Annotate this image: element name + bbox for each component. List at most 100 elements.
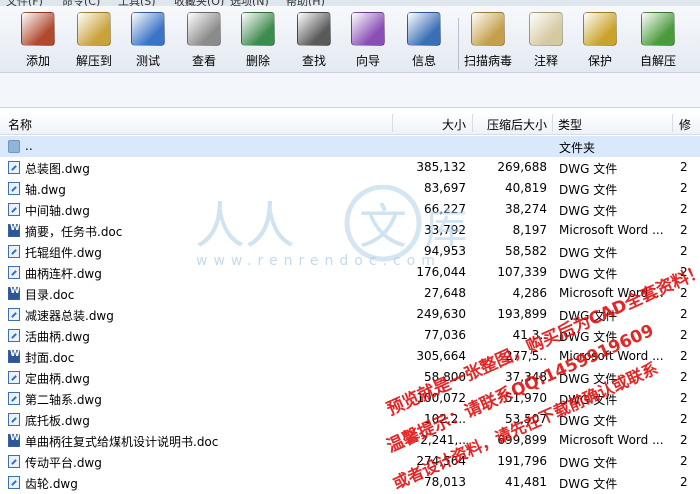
toolbar-button-delete[interactable]: 删除 [230, 12, 286, 70]
file-modified: 2 [680, 244, 688, 258]
wizard-icon [351, 12, 385, 46]
file-type: DWG 文件 [559, 477, 618, 491]
toolbar-button-label: 添加 [25, 54, 50, 68]
file-size: 66,227 [424, 202, 466, 216]
toolbar-button-add-archive[interactable]: 添加 [10, 12, 66, 70]
dwg-file-icon [8, 371, 20, 384]
file-type: DWG 文件 [559, 162, 618, 176]
file-name: 定曲柄.dwg [25, 372, 90, 386]
file-name: 曲柄连杆.dwg [25, 267, 102, 281]
file-name: 第二轴系.dwg [25, 393, 102, 407]
file-size: 305,664 [416, 349, 466, 363]
comment-icon [529, 12, 563, 46]
toolbar-button-view[interactable]: 查看 [176, 12, 232, 70]
file-type: DWG 文件 [559, 183, 618, 197]
toolbar-button-sfx[interactable]: 自解压 [630, 12, 686, 70]
delete-icon [241, 12, 275, 46]
word-document-icon [8, 349, 20, 363]
file-name: .. [25, 139, 33, 153]
file-row[interactable]: 单曲柄往复式给煤机设计说明书.doc2,241,..699,899Microso… [0, 430, 700, 451]
file-modified: 2 [680, 328, 688, 342]
add-archive-icon [21, 12, 55, 46]
watermark-site: www.renrendoc.com [196, 253, 441, 269]
column-header-name[interactable]: 名称 [8, 116, 32, 133]
toolbar-button-info[interactable]: 信息 [396, 12, 452, 70]
dwg-file-icon [8, 161, 20, 174]
file-modified: 2 [680, 433, 688, 447]
file-name: 中间轴.dwg [25, 204, 90, 218]
extract-to-icon [77, 12, 111, 46]
dwg-file-icon [8, 308, 20, 321]
file-packed-size: 191,796 [497, 454, 547, 468]
column-header-type[interactable]: 类型 [558, 116, 582, 133]
file-name: 传动平台.dwg [25, 456, 102, 470]
toolbar-button-label: 保护 [587, 54, 612, 68]
column-divider[interactable] [472, 114, 473, 132]
file-size: 249,630 [416, 307, 466, 321]
file-row[interactable]: 底托板.dwg 102,2.. 53,507 DWG 文件 2 [0, 409, 700, 430]
file-row[interactable]: 总装图.dwg 385,132 269,688 DWG 文件 2 [0, 157, 700, 178]
dwg-file-icon [8, 245, 20, 258]
file-packed-size: 4,286 [512, 286, 547, 300]
file-name: 封面.doc [25, 351, 75, 365]
dwg-file-icon [8, 329, 20, 342]
column-divider[interactable] [672, 114, 673, 132]
file-packed-size: 58,582 [505, 244, 547, 258]
view-icon [187, 12, 221, 46]
address-bar[interactable] [0, 73, 700, 108]
file-modified: 2 [680, 454, 688, 468]
find-icon [297, 12, 331, 46]
file-name: 底托板.dwg [25, 414, 90, 428]
dwg-file-icon [8, 392, 20, 405]
file-size: 33,792 [424, 223, 466, 237]
file-name: 总装图.dwg [25, 162, 90, 176]
file-modified: 2 [680, 307, 688, 321]
file-packed-size: 41,481 [505, 475, 547, 489]
file-row[interactable]: .. 文件夹 [0, 136, 700, 157]
file-packed-size: 40,819 [505, 181, 547, 195]
dwg-file-icon [8, 266, 20, 279]
toolbar-button-find[interactable]: 查找 [286, 12, 342, 70]
toolbar-button-label: 删除 [245, 54, 270, 68]
dwg-file-icon [8, 203, 20, 216]
word-document-icon [8, 433, 20, 447]
toolbar-button-test[interactable]: 测试 [120, 12, 176, 70]
file-modified: 2 [680, 160, 688, 174]
file-modified: 2 [680, 202, 688, 216]
column-header-modified[interactable]: 修 [679, 116, 691, 133]
file-row[interactable]: 摘要，任务书.doc 33,792 8,197 Microsoft Word ... 2 [0, 220, 700, 241]
column-divider[interactable] [392, 114, 393, 132]
toolbar-button-label: 自解压 [639, 54, 676, 68]
sfx-icon [641, 12, 675, 46]
column-header-size[interactable]: 大小 [398, 116, 466, 133]
file-row[interactable]: 传动平台.dwg 274,564 191,796 DWG 文件 2 [0, 451, 700, 472]
column-header-packed-size[interactable]: 压缩后大小 [476, 116, 547, 133]
file-type: 文件夹 [559, 141, 596, 155]
file-name: 减速器总装.dwg [25, 309, 114, 323]
file-row[interactable]: 轴.dwg 83,697 40,819 DWG 文件 2 [0, 178, 700, 199]
toolbar: 添加 解压到 测试 查看 删除 查找 向导 信息 扫描病毒 注释 保护 自解压 [0, 6, 700, 73]
file-name: 活曲柄.dwg [25, 330, 90, 344]
toolbar-button-label: 查找 [301, 54, 326, 68]
file-row[interactable]: 中间轴.dwg 66,227 38,274 DWG 文件 2 [0, 199, 700, 220]
toolbar-button-label: 注释 [533, 54, 558, 68]
toolbar-button-extract-to[interactable]: 解压到 [66, 12, 122, 70]
file-type: DWG 文件 [559, 267, 618, 281]
folder-icon [8, 140, 20, 153]
scan-virus-icon [471, 12, 505, 46]
column-divider[interactable] [552, 114, 553, 132]
file-name: 轴.dwg [25, 183, 66, 197]
toolbar-button-label: 扫描病毒 [463, 54, 512, 68]
toolbar-button-protect[interactable]: 保护 [572, 12, 628, 70]
toolbar-button-wizard[interactable]: 向导 [340, 12, 396, 70]
file-name: 单曲柄往复式给煤机设计说明书.doc [25, 435, 219, 449]
file-size: 83,697 [424, 181, 466, 195]
toolbar-button-scan-virus[interactable]: 扫描病毒 [460, 12, 516, 70]
file-type: DWG 文件 [559, 456, 618, 470]
file-modified: 2 [680, 349, 688, 363]
toolbar-button-comment[interactable]: 注释 [518, 12, 574, 70]
file-packed-size: 38,274 [505, 202, 547, 216]
file-name: 摘要，任务书.doc [25, 225, 123, 239]
test-icon [131, 12, 165, 46]
toolbar-separator [458, 18, 459, 70]
